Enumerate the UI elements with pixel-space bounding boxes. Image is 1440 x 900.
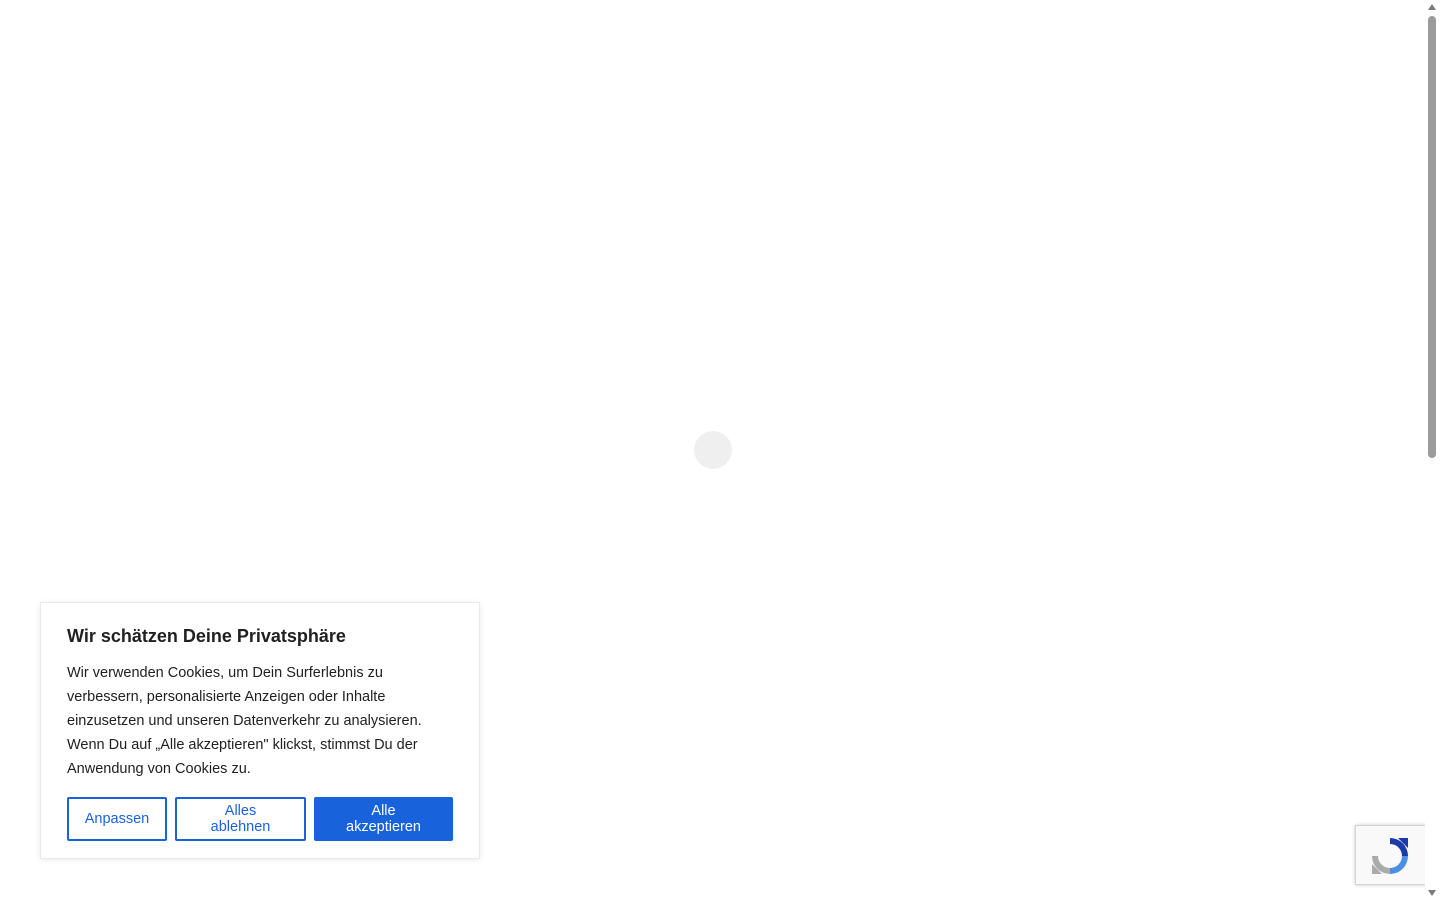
recaptcha-badge[interactable] xyxy=(1355,825,1427,885)
scroll-up-arrow-icon[interactable] xyxy=(1428,4,1436,10)
loading-spinner-icon xyxy=(694,431,732,469)
scroll-down-arrow-icon[interactable] xyxy=(1428,890,1436,896)
cookie-button-row: Anpassen Alles ablehnen Alle akzeptieren xyxy=(67,797,453,841)
cookie-banner-title: Wir schätzen Deine Privatsphäre xyxy=(67,626,346,646)
customize-button[interactable]: Anpassen xyxy=(67,797,167,841)
page-scrollbar[interactable] xyxy=(1425,0,1440,900)
cookie-consent-banner: Wir schätzen Deine Privatsphäre Wir verw… xyxy=(40,602,480,859)
scrollbar-thumb[interactable] xyxy=(1428,16,1436,458)
page: Wir schätzen Deine Privatsphäre Wir verw… xyxy=(0,0,1440,900)
cookie-banner-text: Wir verwenden Cookies, um Dein Surferleb… xyxy=(67,665,422,777)
reject-all-button[interactable]: Alles ablehnen xyxy=(175,797,306,841)
accept-all-button[interactable]: Alle akzeptieren xyxy=(314,797,453,841)
recaptcha-icon xyxy=(1372,838,1408,874)
